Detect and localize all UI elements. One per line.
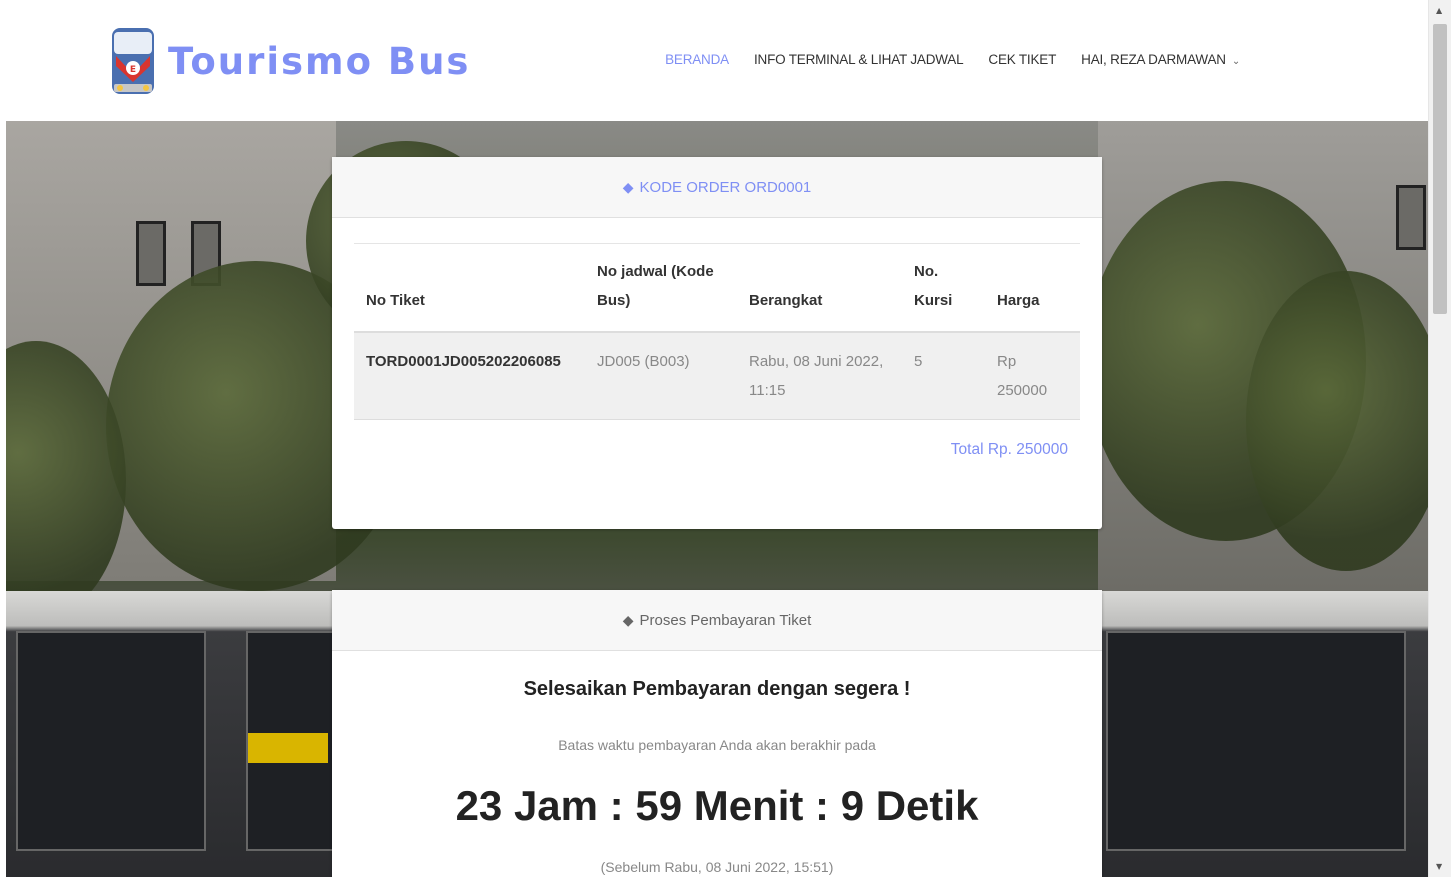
column-header-no-jadwal: No jadwal (Kode Bus)	[585, 243, 737, 333]
order-total: Total Rp. 250000	[950, 441, 1068, 458]
svg-text:E: E	[130, 65, 136, 75]
nav-item-info-terminal[interactable]: INFO TERMINAL & LIHAT JADWAL	[754, 52, 964, 67]
payment-deadline: (Sebelum Rabu, 08 Juni 2022, 15:51)	[600, 859, 834, 875]
bus-window	[1106, 631, 1406, 851]
order-card-header: ◆ KODE ORDER ORD0001	[332, 157, 1102, 218]
nav-item-user-menu[interactable]: HAI, REZA DARMAWAN ⌄	[1081, 52, 1240, 67]
brand-logo[interactable]: E Tourismo Bus	[106, 22, 470, 100]
user-greeting: HAI, REZA DARMAWAN	[1081, 52, 1226, 67]
column-header-no-kursi: No. Kursi	[902, 243, 985, 333]
table-row: TORD0001JD005202206085 JD005 (B003) Rabu…	[354, 331, 1080, 420]
scroll-down-icon[interactable]: ▼	[1436, 862, 1442, 871]
ticket-price: Rp 250000	[985, 331, 1080, 420]
chevron-down-icon: ⌄	[1231, 56, 1240, 67]
order-card: ◆ KODE ORDER ORD0001 No Tiket No jadwal …	[332, 157, 1102, 529]
payment-countdown: 23 Jam : 59 Menit : 9 Detik	[455, 782, 979, 829]
tag-icon: ◆	[622, 611, 634, 628]
site-header: E Tourismo Bus BERANDA INFO TERMINAL & L…	[0, 0, 1428, 121]
schedule-code: JD005 (B003)	[585, 331, 737, 420]
bus-window	[16, 631, 206, 851]
ticket-number: TORD0001JD005202206085	[354, 331, 585, 420]
column-header-berangkat: Berangkat	[737, 243, 902, 333]
payment-title: Selesaikan Pembayaran dengan segera !	[523, 678, 911, 700]
nav-item-cek-tiket[interactable]: CEK TIKET	[988, 52, 1056, 67]
scroll-thumb[interactable]	[1433, 24, 1447, 314]
building-window	[1396, 185, 1426, 250]
nav-item-beranda[interactable]: BERANDA	[665, 52, 729, 67]
column-header-no-tiket: No Tiket	[354, 243, 585, 333]
order-code: KODE ORDER ORD0001	[639, 178, 812, 196]
main-nav: BERANDA INFO TERMINAL & LIHAT JADWAL CEK…	[640, 52, 1240, 67]
tag-icon: ◆	[622, 178, 634, 195]
bus-logo-icon: E	[112, 28, 154, 94]
seat-number: 5	[902, 331, 985, 420]
bus-yellow-panel	[248, 733, 328, 763]
building-window	[136, 221, 166, 286]
column-header-harga: Harga	[985, 243, 1080, 333]
payment-card: ◆ Proses Pembayaran Tiket Selesaikan Pem…	[332, 590, 1102, 877]
departure-time: Rabu, 08 Juni 2022, 11:15	[737, 331, 902, 420]
page-scrollbar[interactable]: ▲ ▼	[1428, 0, 1451, 877]
brand-name: Tourismo Bus	[168, 39, 471, 83]
ticket-table: No Tiket No jadwal (Kode Bus) Berangkat …	[354, 243, 1080, 420]
payment-subtitle: Batas waktu pembayaran Anda akan berakhi…	[558, 737, 876, 753]
payment-card-header: ◆ Proses Pembayaran Tiket	[332, 590, 1102, 651]
scroll-up-icon[interactable]: ▲	[1436, 6, 1442, 15]
payment-header-title: Proses Pembayaran Tiket	[639, 611, 812, 629]
